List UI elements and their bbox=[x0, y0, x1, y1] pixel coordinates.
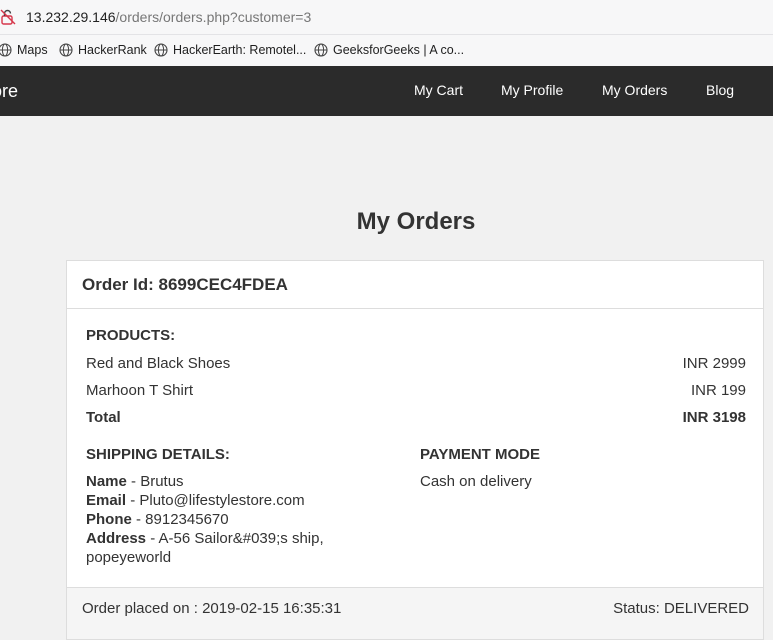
payment-mode-label: PAYMENT MODE bbox=[420, 446, 541, 463]
shipping-name-key: Name bbox=[86, 473, 127, 490]
shipping-phone-value: - 8912345670 bbox=[131, 511, 229, 528]
product-price: INR 199 bbox=[690, 382, 746, 399]
shipping-name-value: - Brutus bbox=[126, 473, 184, 490]
brand-logo-text[interactable]: tore bbox=[0, 81, 18, 102]
shipping-phone: Phone - 8912345670 bbox=[86, 510, 386, 529]
bookmark-hackerrank[interactable]: HackerRank bbox=[59, 43, 147, 57]
products-label: PRODUCTS: bbox=[86, 327, 176, 344]
shipping-address: Address - A-56 Sailor&#039;s ship, popey… bbox=[86, 529, 346, 567]
globe-icon bbox=[59, 43, 73, 57]
product-name: Marhoon T Shirt bbox=[86, 382, 193, 399]
shipping-email-key: Email bbox=[86, 492, 127, 509]
globe-icon bbox=[0, 43, 12, 57]
order-status: Status: DELIVERED bbox=[613, 600, 749, 617]
bookmarks-bar: Maps HackerRank HackerEarth: Remotel... … bbox=[0, 34, 773, 67]
url-path: /orders/orders.php?customer=3 bbox=[115, 9, 312, 25]
bookmark-maps[interactable]: Maps bbox=[0, 43, 48, 57]
address-bar[interactable]: 13.232.29.146/orders/orders.php?customer… bbox=[0, 0, 773, 34]
bookmark-label: HackerRank bbox=[78, 43, 147, 57]
order-panel-heading: Order Id: 8699CEC4FDEA bbox=[67, 261, 763, 309]
nav-my-cart[interactable]: My Cart bbox=[414, 82, 463, 98]
bookmark-hackerearth[interactable]: HackerEarth: Remotel... bbox=[154, 43, 306, 57]
bookmark-label: GeeksforGeeks | A co... bbox=[333, 43, 465, 57]
nav-blog[interactable]: Blog bbox=[706, 82, 734, 98]
order-id: Order Id: 8699CEC4FDEA bbox=[82, 275, 288, 294]
shipping-phone-key: Phone bbox=[86, 511, 132, 528]
bookmark-geeksforgeeks[interactable]: GeeksforGeeks | A co... bbox=[314, 43, 464, 57]
total-value: INR 3198 bbox=[682, 409, 746, 426]
order-panel-footer: Order placed on : 2019-02-15 16:35:31 St… bbox=[67, 587, 763, 639]
insecure-lock-icon[interactable] bbox=[0, 9, 16, 25]
nav-my-orders[interactable]: My Orders bbox=[602, 82, 667, 98]
order-placed-on: Order placed on : 2019-02-15 16:35:31 bbox=[82, 600, 342, 617]
site-navbar: tore My Cart My Profile My Orders Blog bbox=[0, 66, 773, 116]
globe-icon bbox=[154, 43, 168, 57]
shipping-email-value: - Pluto@lifestylestore.com bbox=[126, 492, 305, 509]
product-name: Red and Black Shoes bbox=[86, 355, 231, 372]
globe-icon bbox=[314, 43, 328, 57]
product-price: INR 2999 bbox=[682, 355, 746, 372]
shipping-name: Name - Brutus bbox=[86, 472, 386, 491]
bookmark-label: HackerEarth: Remotel... bbox=[173, 43, 307, 57]
total-label: Total bbox=[86, 409, 121, 426]
shipping-details-label: SHIPPING DETAILS: bbox=[86, 446, 230, 463]
payment-mode-value: Cash on delivery bbox=[420, 473, 532, 490]
shipping-address-key: Address bbox=[86, 530, 147, 547]
url-text[interactable]: 13.232.29.146/orders/orders.php?customer… bbox=[26, 9, 311, 25]
shipping-email: Email - Pluto@lifestylestore.com bbox=[86, 491, 386, 510]
url-host: 13.232.29.146 bbox=[26, 9, 116, 25]
page-title: My Orders bbox=[356, 208, 476, 235]
bookmark-label: Maps bbox=[17, 43, 48, 57]
order-panel: Order Id: 8699CEC4FDEA PRODUCTS: Red and… bbox=[66, 260, 764, 640]
nav-my-profile[interactable]: My Profile bbox=[501, 82, 563, 98]
